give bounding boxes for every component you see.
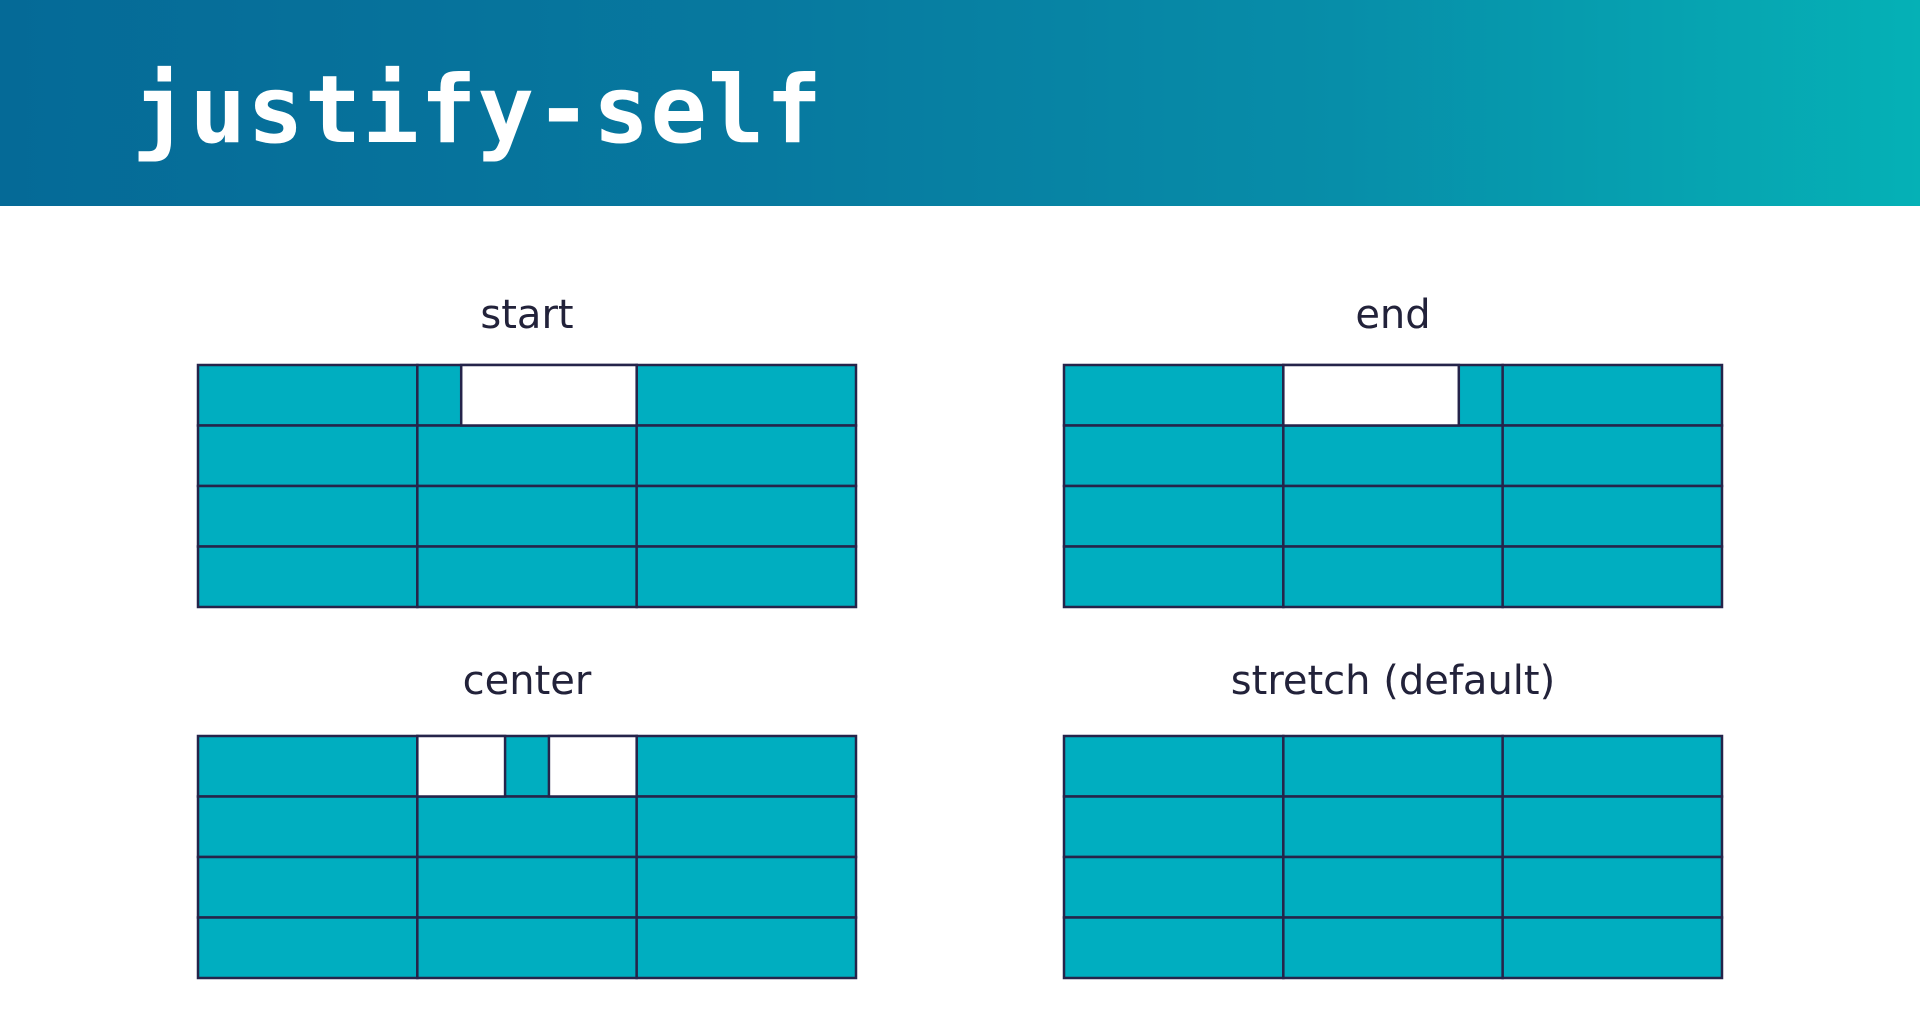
grid-cell xyxy=(635,545,858,609)
slide: justify-self start end center stretch (d… xyxy=(0,0,1920,1013)
grid-cell xyxy=(416,484,638,548)
grid-diagram xyxy=(1062,363,1724,609)
grid-cell xyxy=(635,484,858,548)
grid-cell xyxy=(1282,424,1504,488)
grid-cell xyxy=(1501,363,1724,427)
grid-cell xyxy=(196,545,419,609)
grid-cell xyxy=(416,795,638,859)
grid-diagram xyxy=(1062,734,1724,980)
grid-cell xyxy=(1062,424,1285,488)
grid-cell xyxy=(635,424,858,488)
panel-label-center: center xyxy=(462,658,592,704)
grid-end xyxy=(1062,363,1724,609)
grid-cell xyxy=(416,424,638,488)
grid-cell xyxy=(1501,916,1724,980)
grid-cell xyxy=(635,855,858,919)
grid-cell xyxy=(1062,795,1285,859)
grid-cell xyxy=(196,855,419,919)
panel-label-start: start xyxy=(480,292,574,338)
grid-cell xyxy=(1062,916,1285,980)
grid-cell xyxy=(1282,855,1504,919)
grid-cell xyxy=(1062,363,1285,427)
grid-cell xyxy=(416,916,638,980)
grid-cell xyxy=(196,734,419,798)
grid-cell xyxy=(1501,424,1724,488)
grid-item-end xyxy=(1282,363,1461,427)
grid-start xyxy=(196,363,858,609)
grid-cell xyxy=(416,855,638,919)
grid-cell xyxy=(635,916,858,980)
title-banner: justify-self xyxy=(0,0,1920,206)
grid-cell xyxy=(635,363,858,427)
slide-title: justify-self xyxy=(132,56,824,165)
grid-cell xyxy=(1501,545,1724,609)
grid-cell xyxy=(196,424,419,488)
grid-cell xyxy=(1282,795,1504,859)
grid-cell xyxy=(196,484,419,548)
grid-cell xyxy=(1501,855,1724,919)
grid-cell xyxy=(416,545,638,609)
grid-stretch xyxy=(1062,734,1724,980)
grid-cell xyxy=(1062,855,1285,919)
grid-center xyxy=(196,734,858,980)
grid-cell xyxy=(1282,545,1504,609)
grid-cell xyxy=(1501,484,1724,548)
grid-cell xyxy=(1282,734,1504,798)
grid-cell xyxy=(635,734,858,798)
grid-item-center-left xyxy=(416,734,507,798)
grid-cell xyxy=(196,795,419,859)
grid-cell xyxy=(1501,795,1724,859)
grid-cell xyxy=(1062,545,1285,609)
grid-diagram xyxy=(196,363,858,609)
grid-cell xyxy=(196,916,419,980)
panel-label-stretch: stretch (default) xyxy=(1230,658,1556,704)
grid-cell xyxy=(196,363,419,427)
grid-item-start xyxy=(459,363,638,427)
panel-label-end: end xyxy=(1355,292,1431,338)
grid-cell xyxy=(1062,734,1285,798)
grid-cell xyxy=(1282,916,1504,980)
grid-diagram xyxy=(196,734,858,980)
grid-cell xyxy=(1282,484,1504,548)
grid-cell xyxy=(1062,484,1285,548)
grid-item-center-right xyxy=(547,734,638,798)
grid-cell xyxy=(1501,734,1724,798)
grid-cell xyxy=(635,795,858,859)
